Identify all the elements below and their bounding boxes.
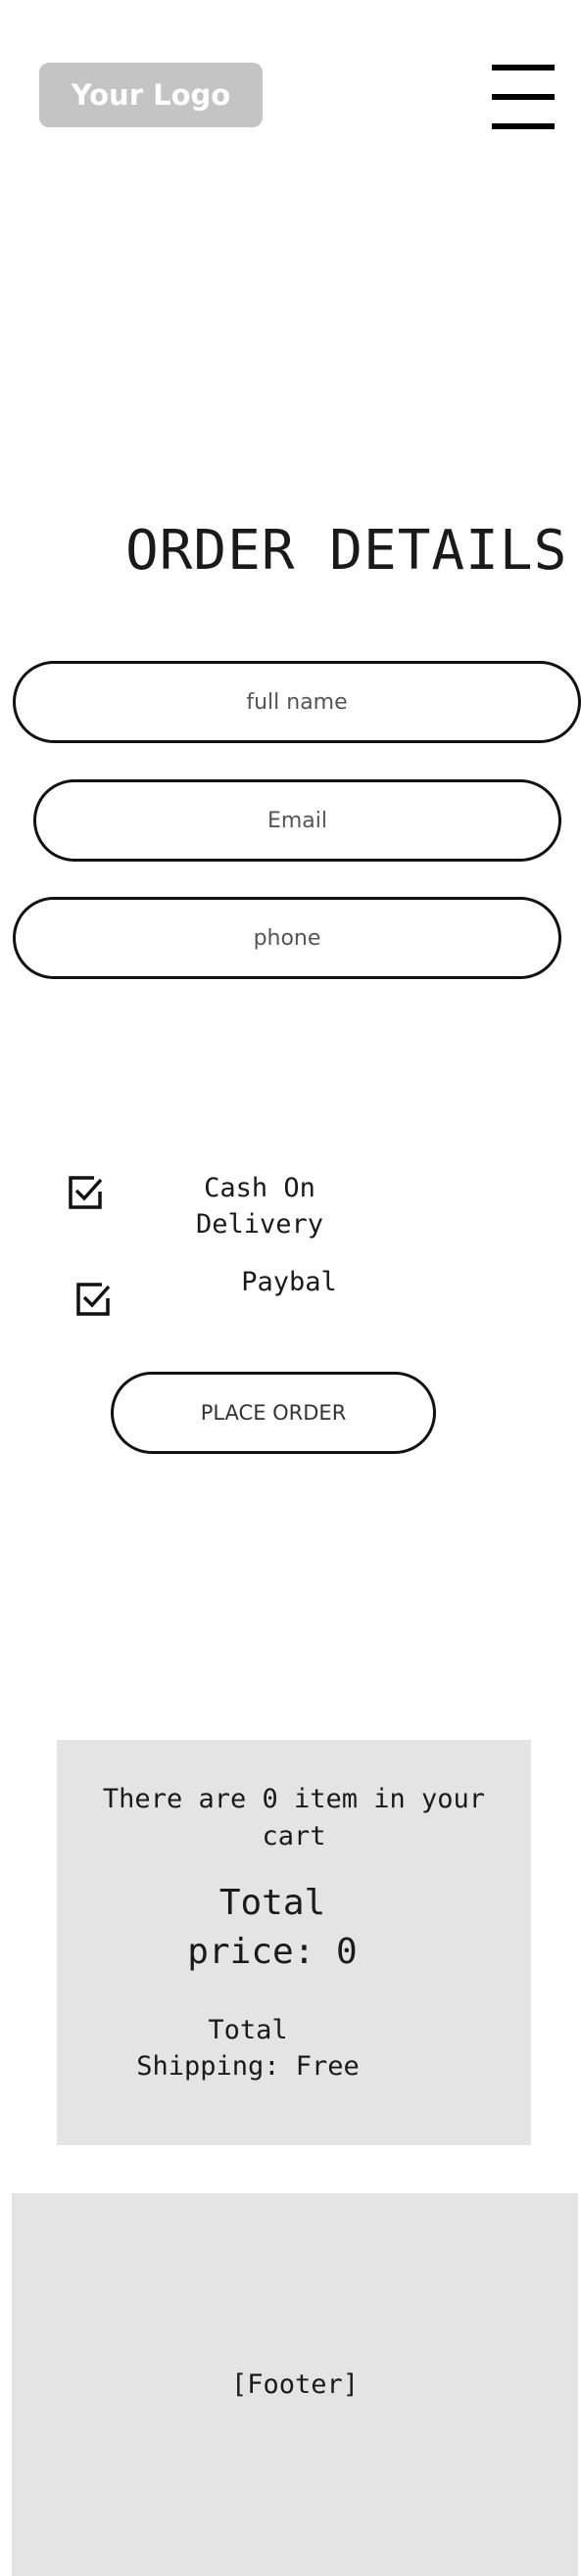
cash-on-delivery-checkbox-icon[interactable] — [67, 1174, 104, 1211]
logo[interactable]: Your Logo — [39, 63, 263, 127]
footer-label: [Footer] — [230, 2369, 360, 2400]
cart-item-count-line1: There are 0 item in your — [102, 1784, 486, 1814]
total-price: Total price: 0 — [155, 1879, 390, 1977]
paybal-checkbox-icon[interactable] — [74, 1281, 112, 1318]
cart-summary-panel: There are 0 item in your cart Total pric… — [57, 1740, 531, 2145]
full-name-field[interactable] — [13, 661, 581, 743]
place-order-button[interactable]: PLACE ORDER — [111, 1372, 436, 1454]
email-field[interactable] — [33, 779, 561, 862]
cash-on-delivery-line1: Cash On — [204, 1173, 315, 1203]
total-shipping-line2: Shipping: Free — [136, 2051, 360, 2082]
phone-field[interactable] — [13, 897, 561, 979]
total-price-line1: Total — [218, 1883, 326, 1923]
paybal-label: Paybal — [241, 1267, 337, 1297]
cart-item-count: There are 0 item in your cart — [76, 1781, 511, 1855]
footer: [Footer] — [12, 2193, 578, 2576]
cash-on-delivery-label: Cash On Delivery — [167, 1170, 353, 1242]
page-title: ORDER DETAILS — [125, 519, 568, 583]
hamburger-menu-icon[interactable] — [492, 65, 555, 129]
total-price-line2: price: 0 — [187, 1932, 358, 1972]
cart-item-count-line2: cart — [262, 1821, 326, 1851]
total-shipping-line1: Total — [208, 2015, 288, 2045]
cash-on-delivery-line2: Delivery — [195, 1209, 324, 1240]
total-shipping: Total Shipping: Free — [125, 2012, 370, 2084]
